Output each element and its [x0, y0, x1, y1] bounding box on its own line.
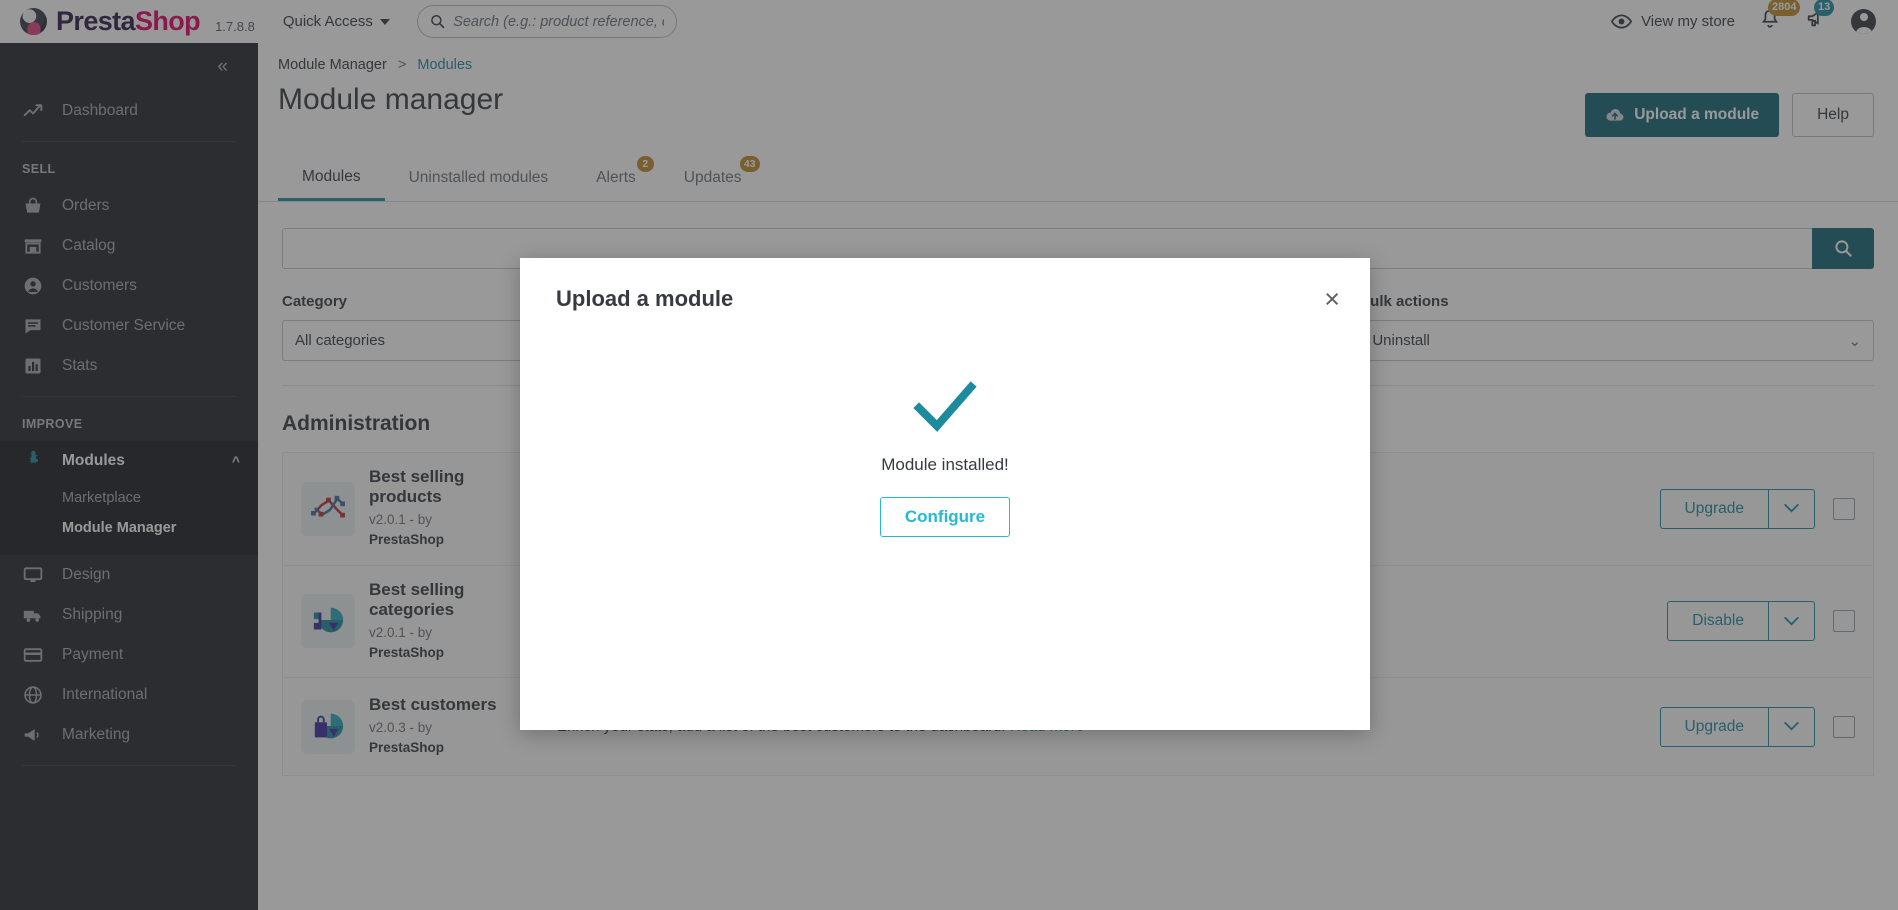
close-icon[interactable]: × — [1324, 286, 1340, 313]
configure-button[interactable]: Configure — [879, 497, 1011, 537]
modal-title: Upload a module — [556, 286, 734, 311]
modal-body: Module installed! Configure — [520, 313, 1370, 537]
modal-header: Upload a module × — [520, 258, 1370, 313]
modal-message: Module installed! — [881, 455, 1009, 474]
upload-module-modal: Upload a module × Module installed! Conf… — [520, 258, 1370, 730]
check-icon — [913, 381, 977, 432]
